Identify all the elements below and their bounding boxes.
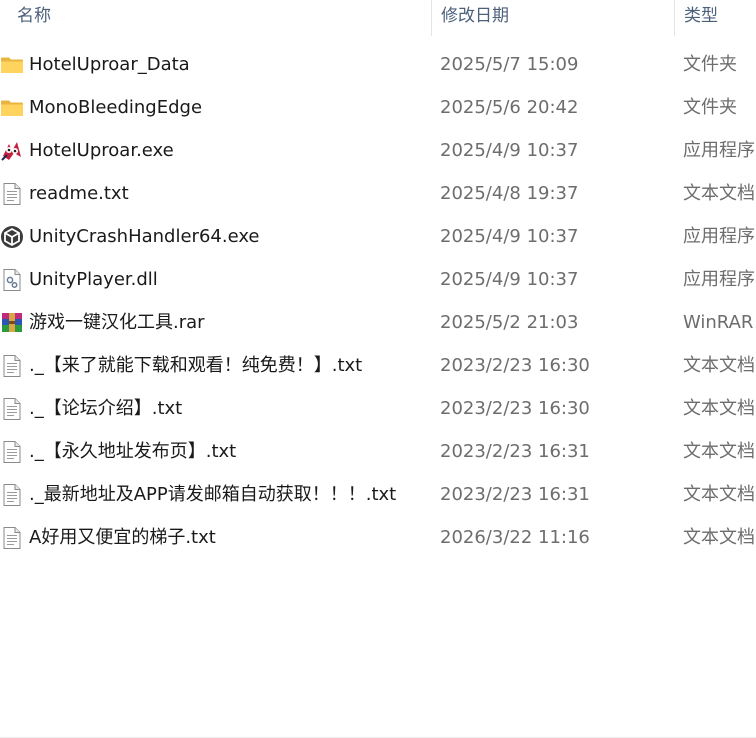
file-row[interactable]: ._【论坛介绍】.txt 2023/2/23 16:30 文本文档: [0, 387, 756, 430]
file-name[interactable]: ._【永久地址发布页】.txt: [29, 430, 236, 473]
file-type: 文本文档: [683, 183, 755, 204]
file-modified-date: 2023/2/23 16:30: [440, 355, 590, 376]
file-modified-date: 2023/2/23 16:30: [440, 398, 590, 419]
app-icon: [0, 139, 24, 163]
file-type: 文本文档: [683, 527, 755, 548]
text-file-icon: [0, 483, 24, 507]
winrar-icon: [0, 311, 24, 335]
file-row[interactable]: HotelUproar.exe 2025/4/9 10:37 应用程序: [0, 129, 756, 172]
file-row[interactable]: ._【永久地址发布页】.txt 2023/2/23 16:31 文本文档: [0, 430, 756, 473]
file-modified-date: 2025/5/6 20:42: [440, 97, 579, 118]
file-modified-date: 2023/2/23 16:31: [440, 441, 590, 462]
unity-icon: [0, 225, 24, 249]
file-type: 文本文档: [683, 441, 755, 462]
file-name[interactable]: readme.txt: [29, 172, 129, 215]
file-name[interactable]: ._最新地址及APP请发邮箱自动获取！！！.txt: [29, 473, 396, 516]
file-row[interactable]: MonoBleedingEdge 2025/5/6 20:42 文件夹: [0, 86, 756, 129]
file-type: WinRAR: [683, 312, 754, 333]
file-modified-date: 2025/5/2 21:03: [440, 312, 579, 333]
file-type: 应用程序: [683, 140, 755, 161]
dll-file-icon: [0, 268, 24, 292]
file-row[interactable]: 游戏一键汉化工具.rar 2025/5/2 21:03 WinRAR: [0, 301, 756, 344]
file-type: 文件夹: [683, 54, 737, 75]
text-file-icon: [0, 526, 24, 550]
file-modified-date: 2023/2/23 16:31: [440, 484, 590, 505]
text-file-icon: [0, 397, 24, 421]
file-modified-date: 2025/4/9 10:37: [440, 140, 579, 161]
file-row[interactable]: ._【来了就能下载和观看！纯免费！】.txt 2023/2/23 16:30 文本文…: [0, 344, 756, 387]
file-name[interactable]: HotelUproar_Data: [29, 43, 190, 86]
file-modified-date: 2025/4/8 19:37: [440, 183, 579, 204]
file-row[interactable]: HotelUproar_Data 2025/5/7 15:09 文件夹: [0, 43, 756, 86]
file-name[interactable]: MonoBleedingEdge: [29, 86, 202, 129]
folder-icon: [0, 96, 24, 120]
file-type: 应用程序: [683, 226, 755, 247]
column-header-date[interactable]: 修改日期: [431, 0, 674, 36]
file-list: HotelUproar_Data 2025/5/7 15:09 文件夹 MonoBl…: [0, 43, 756, 559]
file-name[interactable]: ._【来了就能下载和观看！纯免费！】.txt: [29, 344, 362, 387]
file-name[interactable]: HotelUproar.exe: [29, 129, 174, 172]
file-name[interactable]: ._【论坛介绍】.txt: [29, 387, 182, 430]
file-modified-date: 2025/5/7 15:09: [440, 54, 579, 75]
column-header-name[interactable]: 名称: [8, 0, 430, 36]
file-modified-date: 2026/3/22 11:16: [440, 527, 590, 548]
folder-icon: [0, 53, 24, 77]
file-type: 文本文档: [683, 484, 755, 505]
text-file-icon: [0, 354, 24, 378]
file-name[interactable]: UnityCrashHandler64.exe: [29, 215, 260, 258]
file-modified-date: 2025/4/9 10:37: [440, 226, 579, 247]
file-name[interactable]: A好用又便宜的梯子.txt: [29, 516, 216, 559]
file-name[interactable]: UnityPlayer.dll: [29, 258, 158, 301]
file-row[interactable]: A好用又便宜的梯子.txt 2026/3/22 11:16 文本文档: [0, 516, 756, 559]
file-row[interactable]: UnityCrashHandler64.exe 2025/4/9 10:37 应用程…: [0, 215, 756, 258]
file-type: 文件夹: [683, 97, 737, 118]
file-explorer: ^ 名称 修改日期 类型 HotelUproar_Data 2025/5/7 15…: [0, 0, 756, 738]
file-row[interactable]: UnityPlayer.dll 2025/4/9 10:37 应用程序: [0, 258, 756, 301]
text-file-icon: [0, 182, 24, 206]
column-header-type[interactable]: 类型: [674, 0, 756, 36]
file-row[interactable]: readme.txt 2025/4/8 19:37 文本文档: [0, 172, 756, 215]
file-type: 文本文档: [683, 398, 755, 419]
text-file-icon: [0, 440, 24, 464]
column-header-bar: ^ 名称 修改日期 类型: [0, 0, 756, 36]
file-modified-date: 2025/4/9 10:37: [440, 269, 579, 290]
file-type: 应用程序: [683, 269, 755, 290]
file-name[interactable]: 游戏一键汉化工具.rar: [29, 301, 205, 344]
file-row[interactable]: ._最新地址及APP请发邮箱自动获取！！！.txt 2023/2/23 16:31…: [0, 473, 756, 516]
file-type: 文本文档: [683, 355, 755, 376]
